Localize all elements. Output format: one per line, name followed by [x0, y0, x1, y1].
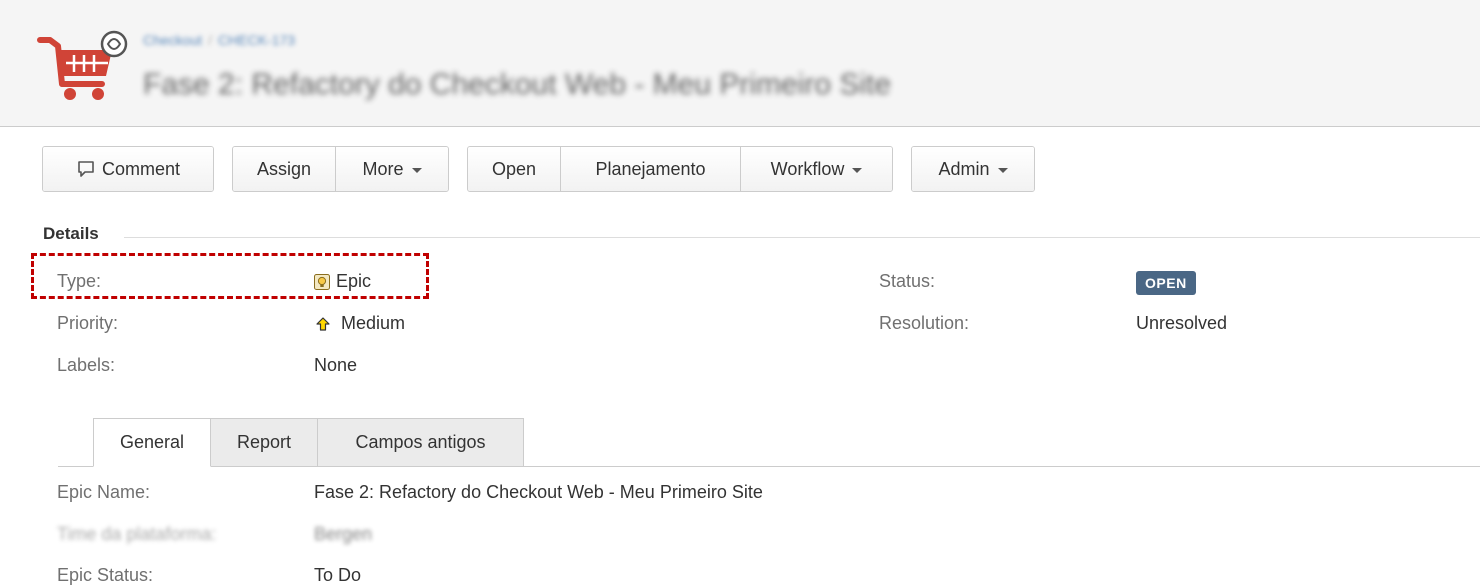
details-divider — [124, 237, 1480, 238]
comment-button[interactable]: Comment — [43, 147, 213, 191]
page-title: Fase 2: Refactory do Checkout Web - Meu … — [143, 68, 892, 101]
assign-label: Assign — [256, 158, 312, 179]
epic-name-label: Epic Name: — [57, 482, 151, 502]
admin-label: Admin — [938, 158, 990, 179]
open-button[interactable]: Open — [468, 147, 561, 191]
tab-report-label: Report — [236, 432, 292, 452]
labels-value: None — [314, 355, 358, 375]
priority-value: Medium — [316, 313, 405, 334]
tab-report[interactable]: Report — [210, 418, 318, 467]
workflow-group: Open Planejamento Workflow — [467, 146, 893, 192]
breadcrumb[interactable]: Checkout / CHECK-173 — [143, 32, 295, 48]
chevron-down-icon — [997, 167, 1008, 173]
assign-more-group: Assign More — [232, 146, 449, 192]
comment-icon — [78, 161, 94, 177]
shopping-cart-icon — [37, 30, 128, 100]
breadcrumb-separator: / — [208, 32, 213, 48]
workflow-button[interactable]: Workflow — [741, 147, 892, 191]
resolution-value: Unresolved — [1136, 313, 1228, 333]
tab-general[interactable]: General — [93, 418, 211, 467]
type-label: Type: — [57, 271, 102, 291]
admin-group: Admin — [911, 146, 1035, 192]
labels-label: Labels: — [57, 355, 116, 375]
tab-general-label: General — [119, 432, 185, 452]
epic-icon — [314, 273, 330, 290]
epic-status-value: To Do — [314, 565, 362, 585]
open-label: Open — [491, 158, 537, 179]
comment-label: Comment — [101, 158, 181, 179]
epic-name-value: Fase 2: Refactory do Checkout Web - Meu … — [314, 482, 763, 502]
priority-value-text: Medium — [341, 313, 406, 333]
workflow-label: Workflow — [770, 158, 845, 179]
assign-button[interactable]: Assign — [233, 147, 336, 191]
planejamento-button[interactable]: Planejamento — [561, 147, 741, 191]
chevron-down-icon — [411, 167, 422, 173]
planejamento-label: Planejamento — [595, 158, 706, 179]
status-badge: OPEN — [1136, 271, 1196, 295]
chevron-down-icon — [852, 167, 863, 173]
epic-status-label: Epic Status: — [57, 565, 154, 585]
admin-button[interactable]: Admin — [912, 147, 1034, 191]
resolution-label: Resolution: — [879, 313, 970, 333]
comment-group: Comment — [42, 146, 214, 192]
details-heading: Details — [43, 224, 99, 243]
priority-label: Priority: — [57, 313, 119, 333]
priority-up-arrow-icon — [316, 316, 330, 331]
breadcrumb-project[interactable]: Checkout — [143, 32, 202, 48]
tab-campos-antigos[interactable]: Campos antigos — [317, 418, 524, 467]
issue-header: Checkout / CHECK-173 Fase 2: Refactory do … — [0, 0, 1480, 127]
more-button[interactable]: More — [336, 147, 448, 191]
breadcrumb-issue-key[interactable]: CHECK-173 — [218, 32, 295, 48]
platform-value: Bergen — [314, 524, 373, 544]
more-label: More — [362, 158, 404, 179]
type-value-text: Epic — [336, 271, 372, 291]
platform-label: Time da plataforma: — [57, 524, 217, 544]
tab-campos-antigos-label: Campos antigos — [355, 432, 486, 452]
status-label: Status: — [879, 271, 936, 291]
type-value: Epic — [314, 271, 371, 292]
